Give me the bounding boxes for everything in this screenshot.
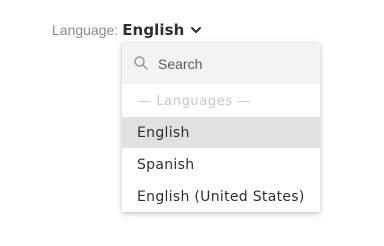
language-selector[interactable]: Language: English [52, 19, 202, 41]
option-spanish[interactable]: Spanish [122, 149, 320, 180]
search-box[interactable] [122, 43, 320, 84]
search-icon [133, 55, 149, 71]
option-english-united-states[interactable]: English (United States) [122, 181, 320, 212]
chevron-down-icon[interactable] [190, 24, 202, 36]
option-english[interactable]: English [122, 117, 320, 148]
selected-language[interactable]: English [122, 21, 184, 39]
group-header-languages: — Languages — [138, 94, 251, 109]
search-input[interactable] [158, 53, 308, 75]
language-dropdown: — Languages — English Spanish English (U… [122, 43, 320, 212]
language-label: Language: [52, 22, 119, 38]
